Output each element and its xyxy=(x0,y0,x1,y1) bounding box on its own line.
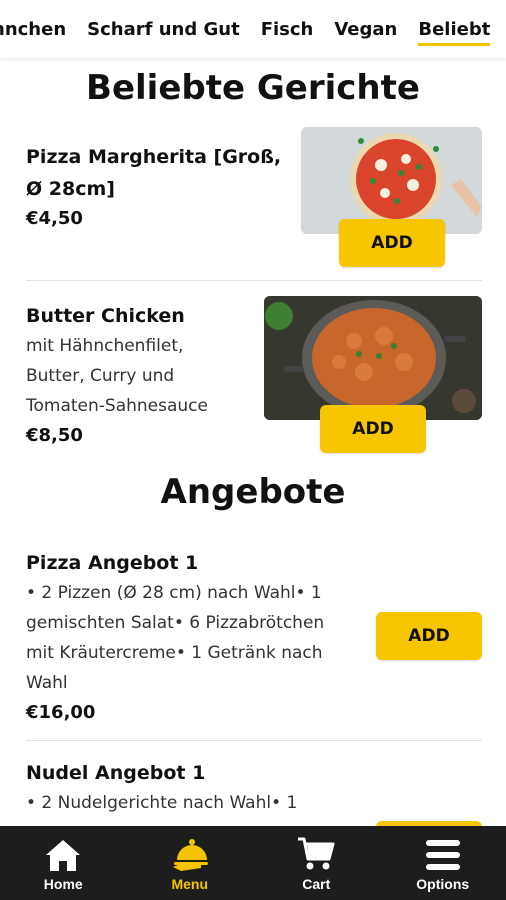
cart-icon xyxy=(297,834,335,872)
add-button-pizza-angebot-1[interactable]: ADD xyxy=(376,612,482,660)
nav-label: Home xyxy=(43,876,83,892)
nav-home[interactable]: Home xyxy=(13,834,113,892)
item-description: • 2 Nudelgerichte nach Wahl• 1 xyxy=(26,793,298,813)
divider xyxy=(26,280,482,281)
cloche-icon xyxy=(171,834,209,872)
category-tab-bar: hnchen Scharf und Gut Fisch Vegan Belieb… xyxy=(0,0,506,58)
section-title-offers: Angebote xyxy=(160,472,346,512)
tab-scharf-und-gut[interactable]: Scharf und Gut xyxy=(87,11,240,48)
menu-item-nudel-angebot-1[interactable]: Nudel Angebot 1 • 2 Nudelgerichte nach W… xyxy=(26,758,481,818)
item-name: Pizza Angebot 1 xyxy=(26,552,199,574)
nav-cart[interactable]: Cart xyxy=(266,834,366,892)
tab-vegan[interactable]: Vegan xyxy=(334,11,397,48)
nav-label: Menu xyxy=(171,876,209,892)
pizza-margherita-photo xyxy=(301,127,482,234)
home-icon xyxy=(44,834,82,872)
nav-options[interactable]: Options xyxy=(393,834,493,892)
divider xyxy=(26,740,482,741)
tab-haehnchen[interactable]: hnchen xyxy=(0,11,66,48)
item-name: Nudel Angebot 1 xyxy=(26,762,206,784)
item-description: Wahl xyxy=(26,673,68,693)
nav-menu[interactable]: Menu xyxy=(140,834,240,892)
add-button-pizza-margherita[interactable]: ADD xyxy=(339,219,445,267)
butter-chicken-photo xyxy=(264,296,482,420)
nav-label: Cart xyxy=(302,876,331,892)
bottom-navigation: Home Menu Cart Options xyxy=(0,826,506,900)
nav-label: Options xyxy=(416,876,470,892)
item-price: €16,00 xyxy=(26,702,96,723)
tab-beliebt[interactable]: Beliebt xyxy=(418,11,490,48)
add-button-butter-chicken[interactable]: ADD xyxy=(320,405,426,453)
hamburger-icon xyxy=(425,834,461,872)
section-title-popular: Beliebte Gerichte xyxy=(86,68,420,108)
item-description: • 2 Pizzen (Ø 28 cm) nach Wahl• 1 xyxy=(26,583,322,603)
tab-fisch[interactable]: Fisch xyxy=(261,11,314,48)
